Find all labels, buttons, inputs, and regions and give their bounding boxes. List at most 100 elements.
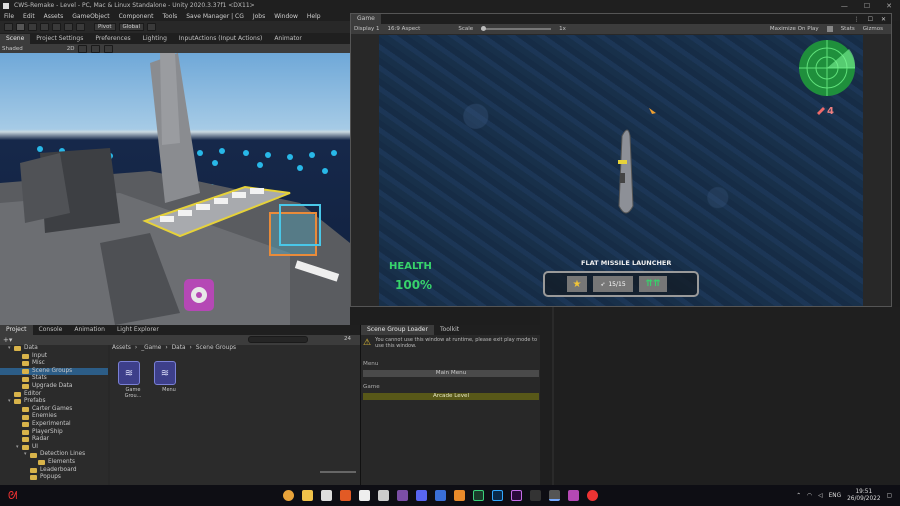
tab-lighting[interactable]: Lighting [137,34,173,44]
shading-dropdown[interactable]: Shaded [2,46,23,52]
game-close-icon[interactable]: ✕ [881,16,886,23]
app-icon-3[interactable] [568,490,580,501]
hand-tool-icon[interactable] [4,23,13,31]
main-menu-button[interactable]: Main Menu [363,370,539,377]
icon-size-slider[interactable] [320,471,356,473]
maximize-button[interactable]: ☐ [864,2,870,10]
aspect-dropdown[interactable]: 16:9 Aspect [388,26,421,32]
menu-save-manager[interactable]: Save Manager | CG [186,13,244,20]
visualstudio-icon[interactable] [549,490,561,501]
app-icon[interactable] [340,490,352,501]
blender-icon[interactable] [454,490,466,501]
folder-item[interactable]: Carter Games [0,406,108,414]
arcade-level-button[interactable]: Arcade Level [363,393,539,400]
volume-icon[interactable]: ◁ [818,493,822,499]
minimize-button[interactable]: — [841,2,848,10]
menu-component[interactable]: Component [119,13,154,20]
rect-tool-icon[interactable] [52,23,61,31]
custom-tool-icon[interactable] [76,23,85,31]
lighting-toggle-icon[interactable] [78,44,88,53]
global-toggle[interactable]: Global [118,23,145,31]
unity-icon[interactable] [378,490,390,501]
tab-animation[interactable]: Animation [68,325,111,335]
folder-item[interactable]: ▾ UI [0,444,108,452]
star-icon[interactable]: ★ [567,276,587,292]
menu-gameobject[interactable]: GameObject [72,13,109,20]
folder-item[interactable]: Editor [0,391,108,399]
clock[interactable]: 19:51 26/09/2022 [847,489,880,503]
vscode-icon[interactable] [530,490,542,501]
game-viewport[interactable]: 4 HEALTH 100% FLAT MISSILE LAUNCHER ★ ➶ 1… [379,35,863,306]
asset-item[interactable]: ≋ Menu [154,361,184,393]
folder-item[interactable]: Scene Groups [0,367,108,376]
folder-item[interactable]: Misc [0,360,108,368]
folder-item[interactable]: ▾ Detection Lines [0,451,108,459]
breadcrumb-item[interactable]: Data [172,345,186,353]
maximize-on-play-toggle[interactable]: Maximize On Play [770,26,819,32]
tab-project-settings[interactable]: Project Settings [30,34,89,44]
tab-toolkit[interactable]: Toolkit [434,325,465,335]
photoshop-icon[interactable] [492,490,504,501]
scale-tool-icon[interactable] [40,23,49,31]
tab-console[interactable]: Console [33,325,69,335]
pivot-toggle[interactable]: Pivot [94,23,116,31]
folder-item[interactable]: Leaderboard [0,467,108,475]
game-menu-icon[interactable]: ⋮ [854,16,860,23]
premiere-icon[interactable] [511,490,523,501]
tab-light-explorer[interactable]: Light Explorer [111,325,165,335]
menu-edit[interactable]: Edit [23,13,35,20]
ammo-slot[interactable]: ➶ 15/15 [593,276,633,292]
chrome-icon[interactable] [283,490,295,501]
effects-toggle-icon[interactable] [104,44,114,53]
stats-toggle[interactable]: Stats [841,26,855,32]
close-button[interactable]: ✕ [886,2,892,10]
wifi-icon[interactable]: ◠ [807,493,812,499]
mute-audio-icon[interactable] [826,26,833,32]
transform-tool-icon[interactable] [64,23,73,31]
notification-icon[interactable]: ▢ [887,493,892,499]
folder-item[interactable]: ▾ Data [0,345,108,353]
breadcrumb-item[interactable]: Assets [112,345,131,353]
breadcrumb-item[interactable]: _Game [141,345,161,353]
app-icon-2[interactable] [435,490,447,501]
app-icon-4[interactable] [587,490,599,501]
folder-item[interactable]: Upgrade Data [0,383,108,391]
triple-missile-icon[interactable]: ⇈⇈ [639,276,667,292]
github-icon[interactable] [397,490,409,501]
tab-preferences[interactable]: Preferences [89,34,136,44]
explorer-icon[interactable] [302,490,314,501]
folder-item[interactable]: Stats [0,375,108,383]
scale-slider[interactable] [481,26,552,31]
search-input[interactable] [248,336,308,343]
menu-jobs[interactable]: Jobs [253,13,265,20]
tab-project[interactable]: Project [0,325,33,335]
language-indicator[interactable]: ENG [829,493,842,499]
folder-item[interactable]: Experimental [0,421,108,429]
menu-window[interactable]: Window [274,13,298,20]
folder-item[interactable]: Elements [0,459,108,467]
move-tool-icon[interactable] [16,23,25,31]
tab-input-actions[interactable]: InputActions (Input Actions) [173,34,268,44]
tab-scene-group-loader[interactable]: Scene Group Loader [361,325,434,335]
tab-scene[interactable]: Scene [0,34,31,44]
folder-item[interactable]: PlayerShip [0,429,108,437]
display-dropdown[interactable]: Display 1 [354,26,380,32]
tab-animator[interactable]: Animator [268,34,308,44]
discord-icon[interactable] [416,490,428,501]
animate-icon[interactable] [473,490,485,501]
menu-assets[interactable]: Assets [44,13,64,20]
mail-icon[interactable] [321,490,333,501]
notion-icon[interactable] [359,490,371,501]
menu-file[interactable]: File [4,13,14,20]
start-logo-icon[interactable]: ᘛ [8,489,17,503]
menu-help[interactable]: Help [307,13,321,20]
folder-item[interactable]: ▾ Prefabs [0,398,108,406]
add-icon[interactable]: +▾ [3,336,12,344]
tray-chevron-icon[interactable]: ⌃ [796,493,801,499]
rotate-tool-icon[interactable] [28,23,37,31]
breadcrumb-item[interactable]: Scene Groups [196,345,236,353]
snap-icon[interactable] [147,23,157,31]
folder-item[interactable]: Enemies [0,413,108,421]
audio-toggle-icon[interactable] [91,44,101,53]
folder-item[interactable]: Popups [0,474,108,482]
